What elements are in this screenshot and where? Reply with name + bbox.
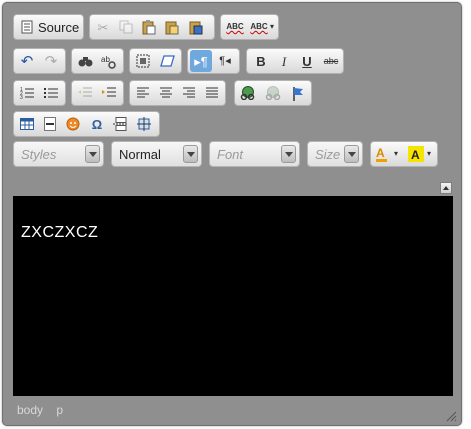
iframe-icon[interactable] [135, 115, 153, 133]
align-left-icon[interactable] [134, 84, 152, 102]
chevron-down-icon [281, 145, 296, 163]
svg-text:ab: ab [101, 55, 110, 64]
basic-styles-group: B I U abc [246, 48, 344, 74]
bulleted-list-icon[interactable] [42, 84, 60, 102]
chevron-down-icon [344, 145, 359, 163]
bold-button[interactable]: B [252, 52, 270, 70]
resize-handle-icon[interactable] [445, 409, 457, 422]
editing-area[interactable]: ZXCZXCZ [13, 196, 453, 396]
horizontal-rule-icon[interactable] [41, 115, 59, 133]
outdent-icon[interactable] [76, 84, 94, 102]
strikethrough-button[interactable]: abc [320, 52, 342, 70]
undo-group: ↶ ↷ [13, 48, 66, 74]
background-color-icon[interactable]: A [407, 145, 425, 163]
align-right-icon[interactable] [180, 84, 198, 102]
paste-text-icon[interactable] [163, 18, 181, 36]
elements-path: body p [17, 403, 73, 417]
format-dropdown-label: Normal [119, 147, 161, 162]
text-color-chevron-icon[interactable]: ▾ [392, 145, 400, 163]
direction-group: ▸¶ ¶◂ [187, 48, 240, 74]
smiley-icon[interactable] [64, 115, 82, 133]
indent-group [71, 80, 124, 106]
cut-icon[interactable]: ✂ [94, 18, 112, 36]
replace-icon[interactable]: ab [100, 52, 118, 70]
remove-format-icon[interactable] [158, 52, 176, 70]
redo-icon[interactable]: ↷ [42, 52, 60, 70]
paste-icon[interactable] [140, 18, 158, 36]
styles-dropdown[interactable]: Styles [13, 141, 104, 167]
undo-icon[interactable]: ↶ [18, 52, 36, 70]
path-item-body[interactable]: body [17, 403, 43, 417]
text-color-icon[interactable]: A [374, 145, 392, 163]
rich-text-editor: Source ✂ ABC ABC ▾ ↶ ↷ ab ▸¶ ¶◂ B I U ab… [2, 2, 462, 426]
align-group [129, 80, 226, 106]
anchor-flag-icon[interactable] [289, 84, 307, 102]
unlink-icon[interactable] [264, 84, 282, 102]
align-justify-icon[interactable] [203, 84, 221, 102]
find-group: ab [71, 48, 124, 74]
rtl-icon[interactable]: ¶◂ [216, 52, 234, 70]
select-all-icon[interactable] [134, 52, 152, 70]
color-group: A ▾ A ▾ [370, 141, 438, 167]
size-dropdown[interactable]: Size [307, 141, 363, 167]
select-group [129, 48, 182, 74]
font-dropdown[interactable]: Font [209, 141, 300, 167]
font-dropdown-label: Font [217, 147, 244, 162]
chevron-down-icon [183, 145, 198, 163]
size-dropdown-label: Size [315, 147, 341, 162]
list-group: 123 [13, 80, 66, 106]
background-color-chevron-icon[interactable]: ▾ [425, 145, 433, 163]
underline-button[interactable]: U [298, 52, 316, 70]
page-break-icon[interactable] [111, 115, 129, 133]
svg-text:A: A [411, 148, 420, 162]
spellcheck-button[interactable]: ABC [224, 18, 246, 36]
copy-icon[interactable] [117, 18, 135, 36]
scayt-button[interactable]: ABC [248, 18, 270, 36]
paste-word-icon[interactable] [187, 18, 205, 36]
link-icon[interactable] [239, 84, 257, 102]
align-center-icon[interactable] [157, 84, 175, 102]
italic-button[interactable]: I [275, 52, 293, 70]
table-icon[interactable] [18, 115, 36, 133]
path-item-p[interactable]: p [56, 403, 63, 417]
styles-dropdown-label: Styles [21, 147, 57, 162]
spellcheck-group: ABC ABC ▾ [220, 14, 279, 40]
editor-content-text[interactable]: ZXCZXCZ [21, 224, 98, 242]
svg-text:3: 3 [20, 95, 23, 100]
chevron-down-icon[interactable]: ▾ [268, 18, 276, 36]
svg-text:A: A [376, 146, 385, 160]
source-button[interactable]: Source [38, 20, 79, 35]
link-group [234, 80, 312, 106]
source-group: Source [13, 14, 84, 40]
maximize-icon[interactable] [440, 182, 452, 194]
insert-group: Ω [13, 111, 160, 137]
indent-icon[interactable] [100, 84, 118, 102]
ltr-icon[interactable]: ▸¶ [190, 50, 212, 72]
numbered-list-icon[interactable]: 123 [18, 84, 36, 102]
clipboard-group: ✂ [89, 14, 215, 40]
format-dropdown[interactable]: Normal [111, 141, 202, 167]
special-char-icon[interactable]: Ω [88, 115, 106, 133]
find-icon[interactable] [76, 52, 94, 70]
chevron-down-icon [85, 145, 100, 163]
document-icon [18, 18, 36, 36]
